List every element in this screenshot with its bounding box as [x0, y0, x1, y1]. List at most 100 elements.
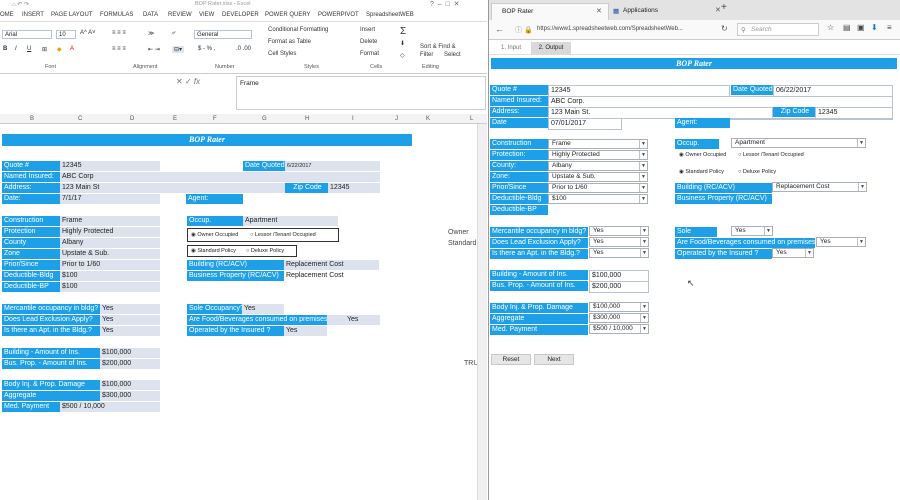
download-icon[interactable]: ⬇ — [871, 23, 878, 32]
tab-developer[interactable]: DEVELOPER — [222, 12, 259, 18]
col-l[interactable]: L — [470, 116, 473, 122]
clear-icon[interactable]: ◇ — [400, 52, 405, 59]
county-select[interactable]: Albany ▼ — [548, 161, 648, 171]
orientation-icon[interactable]: ≫ — [148, 30, 154, 37]
operated-cell[interactable]: Yes — [284, 326, 327, 336]
zone-cell[interactable]: Upstate & Sub. — [60, 249, 160, 259]
close-icon[interactable]: ✕ — [596, 7, 602, 15]
font-name-select[interactable]: Arial — [2, 30, 52, 39]
tab-power-query[interactable]: POWER QUERY — [265, 12, 311, 18]
lessor-tenant-radio[interactable]: ○ Lessor /Tenant Occupied — [738, 152, 804, 158]
window-controls[interactable]: ? – □ ✕ — [430, 0, 460, 8]
bi-cell[interactable]: $100,000 — [100, 380, 160, 390]
formula-input[interactable]: Frame — [236, 76, 486, 110]
format-as-table-button[interactable]: Format as Table — [268, 39, 311, 45]
tab-insert[interactable]: INSERT — [22, 12, 44, 18]
standard-policy-radio[interactable]: ◉ Standard Policy — [679, 169, 724, 175]
lessor-tenant-radio[interactable]: ○ Lessor /Tenant Occupied — [250, 232, 316, 238]
operated-select[interactable]: Yes ▼ — [772, 248, 814, 258]
food-select[interactable]: Yes ▼ — [816, 237, 866, 247]
number-format-select[interactable]: General — [194, 30, 252, 39]
col-k[interactable]: K — [426, 116, 430, 122]
insert-button[interactable]: Insert — [360, 27, 375, 33]
tab-data[interactable]: DATA — [143, 12, 158, 18]
indent-icon[interactable]: ⇤ ⇥ — [148, 46, 160, 53]
owner-occupied-radio[interactable]: ◉ Owner Occupied — [191, 232, 238, 238]
zone-select[interactable]: Upstate & Sub. ▼ — [548, 172, 648, 182]
col-i[interactable]: I — [352, 116, 354, 122]
standard-policy-radio[interactable]: ◉ Standard Policy — [191, 248, 236, 254]
lead-cell[interactable]: Yes — [100, 315, 160, 325]
construction-cell[interactable]: Frame — [60, 216, 160, 226]
tab-output[interactable]: 2. Output — [531, 42, 571, 55]
lock-icon[interactable]: ▣ — [857, 23, 865, 32]
search-box[interactable]: ⚲ Search — [737, 23, 819, 36]
vertical-scrollbar[interactable] — [477, 124, 487, 500]
delete-button[interactable]: Delete — [360, 39, 377, 45]
merge-center-icon[interactable]: ⊟▾ — [172, 46, 185, 53]
reload-icon[interactable]: ↻ — [721, 24, 728, 33]
reset-button[interactable]: Reset — [491, 354, 531, 365]
agent-input[interactable] — [730, 118, 893, 120]
aggregate-select[interactable]: $300,000 ▼ — [589, 313, 649, 323]
date-cell[interactable]: 7/1/17 — [60, 194, 160, 204]
quote-cell[interactable]: 12345 — [60, 161, 160, 171]
col-c[interactable]: C — [78, 116, 82, 122]
building-amt-cell[interactable]: $100,000 — [100, 348, 160, 358]
col-f[interactable]: F — [213, 116, 217, 122]
protection-cell[interactable]: Highly Protected — [60, 227, 160, 237]
bus-prop-cell[interactable]: $200,000 — [100, 359, 160, 369]
align-left-icon[interactable]: ≡ ≡ ≡ — [112, 46, 126, 52]
lead-select[interactable]: Yes ▼ — [589, 237, 649, 247]
format-button[interactable]: Format — [360, 51, 379, 57]
food-cell[interactable]: Yes — [327, 315, 380, 325]
col-g[interactable]: G — [262, 116, 267, 122]
autosum-icon[interactable]: Σ — [400, 26, 406, 37]
italic-button[interactable]: I — [15, 46, 17, 52]
col-e[interactable]: E — [173, 116, 177, 122]
font-grow-icon[interactable]: A^ A˅ — [80, 30, 96, 36]
close-icon[interactable]: ✕ — [715, 6, 721, 14]
bp-rcacv-cell[interactable]: Replacement Cost — [284, 271, 379, 281]
new-tab-button[interactable]: + — [721, 2, 727, 13]
select-button[interactable]: Select — [444, 52, 461, 58]
browser-tab-bop[interactable]: BOP Rater ✕ — [491, 3, 609, 20]
tab-page-layout[interactable]: PAGE LAYOUT — [51, 12, 92, 18]
formula-cancel-confirm-icons[interactable]: ✕ ✓ fx — [176, 77, 200, 86]
date-input[interactable]: 07/01/2017 — [548, 118, 622, 130]
deductible-bldg-select[interactable]: $100 ▼ — [548, 194, 648, 204]
col-h[interactable]: H — [305, 116, 309, 122]
borders-icon[interactable]: ⊞ — [42, 46, 47, 53]
date-quoted-cell[interactable]: 6/22/2017 — [285, 161, 380, 171]
protection-select[interactable]: Highly Protected ▼ — [548, 150, 648, 160]
font-color-icon[interactable]: A — [70, 46, 74, 52]
info-lock-icon[interactable]: ⓘ 🔒 — [515, 25, 533, 35]
tab-spreadsheetweb[interactable]: SpreadsheetWEB — [366, 12, 414, 18]
occup-select[interactable]: Apartment ▼ — [731, 138, 866, 148]
deluxe-policy-radio[interactable]: ○ Deluxe Policy — [738, 169, 776, 175]
prior-since-cell[interactable]: Prior to 1/60 — [60, 260, 160, 270]
browser-tab-applications[interactable]: ▦ Applications ✕ — [611, 3, 729, 20]
tab-view[interactable]: VIEW — [199, 12, 214, 18]
back-icon[interactable]: ← — [495, 24, 504, 34]
fill-color-icon[interactable]: ◆ — [57, 46, 62, 53]
occup-cell[interactable]: Apartment — [243, 216, 338, 226]
align-top-icon[interactable]: ≡ ≡ ≡ — [112, 30, 126, 36]
quick-access-icons[interactable]: ⌂ ↶ ↷ — [12, 1, 29, 8]
sort-filter-button[interactable]: Sort & Find & — [420, 44, 456, 50]
fill-icon[interactable]: ⬇ — [400, 40, 405, 47]
bus-prop-input[interactable]: $200,000 — [589, 281, 649, 293]
med-select[interactable]: $500 / 10,000 ▼ — [589, 324, 649, 334]
tab-formulas[interactable]: FORMULAS — [100, 12, 133, 18]
col-b[interactable]: B — [30, 116, 34, 122]
med-cell[interactable]: $500 / 10,000 — [60, 402, 160, 412]
owner-occupied-radio[interactable]: ◉ Owner Occupied — [679, 152, 726, 158]
cell-styles-button[interactable]: Cell Styles — [268, 51, 296, 57]
menu-icon[interactable]: ≡ — [887, 23, 892, 32]
county-cell[interactable]: Albany — [60, 238, 160, 248]
conditional-formatting-button[interactable]: Conditional Formatting — [268, 27, 328, 33]
accounting-icon[interactable]: $ - % , — [198, 46, 215, 52]
underline-button[interactable]: U — [27, 46, 31, 52]
sole-select[interactable]: Yes ▼ — [731, 226, 773, 236]
next-button[interactable]: Next — [534, 354, 574, 365]
